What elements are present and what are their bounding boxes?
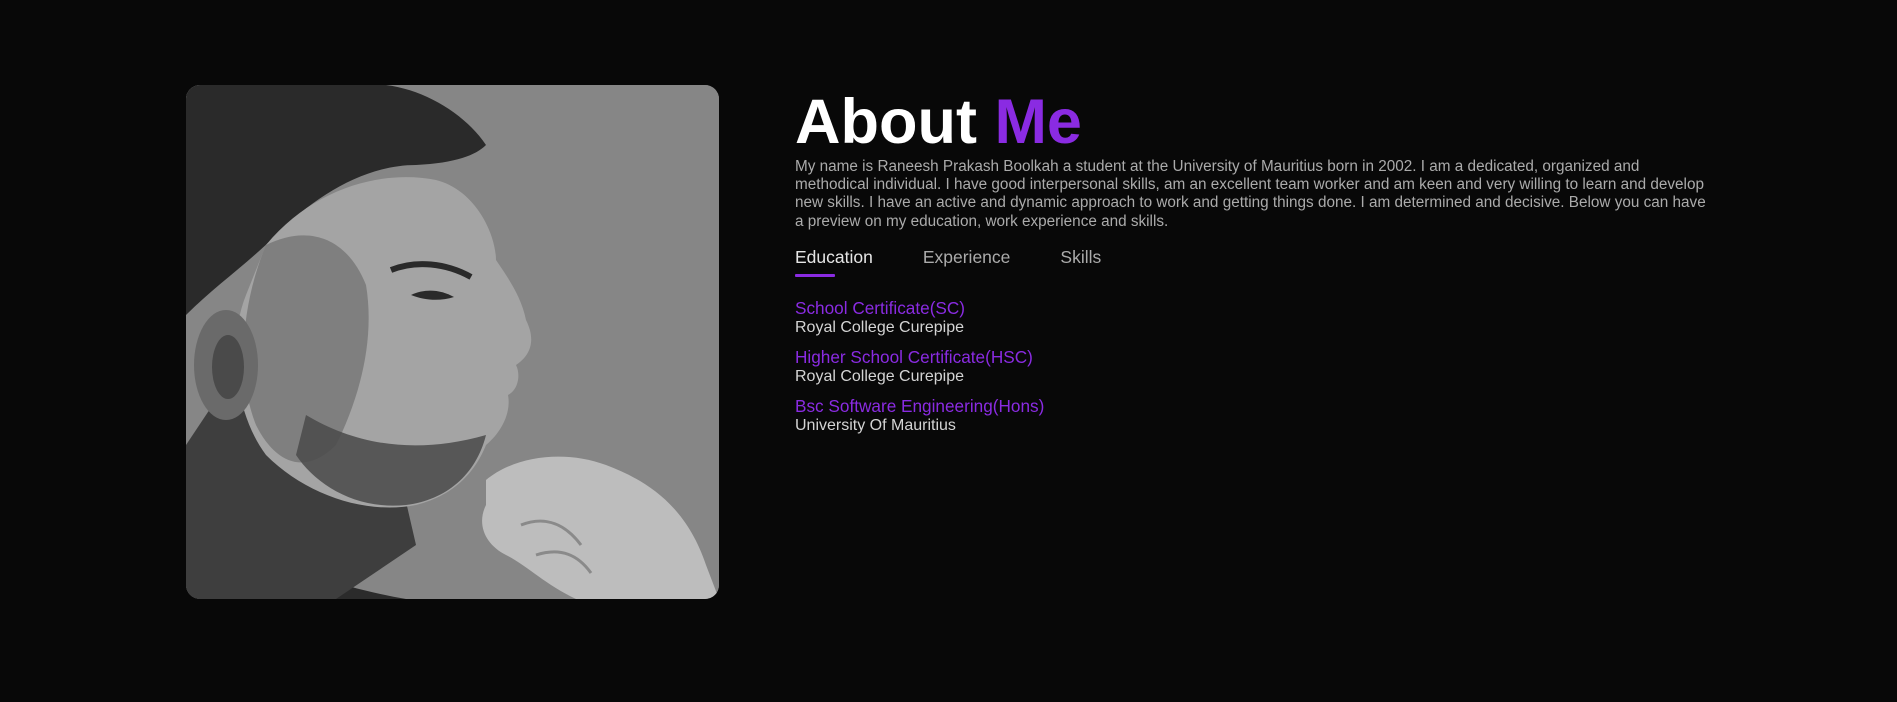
list-item: Bsc Software Engineering(Hons) Universit… — [795, 396, 1715, 435]
education-school: Royal College Curepipe — [795, 367, 964, 385]
education-school: University Of Mauritius — [795, 416, 956, 434]
title-accent: Me — [994, 87, 1082, 157]
tab-experience[interactable]: Experience — [923, 246, 1011, 280]
list-item: School Certificate(SC) Royal College Cur… — [795, 298, 1715, 337]
tab-education[interactable]: Education — [795, 246, 873, 280]
education-title: School Certificate(SC) — [795, 297, 966, 318]
list-item: Higher School Certificate(HSC) Royal Col… — [795, 347, 1715, 386]
about-section: About Me My name is Raneesh Prakash Bool… — [0, 0, 1897, 702]
education-title: Higher School Certificate(HSC) — [795, 346, 1033, 367]
tab-skills[interactable]: Skills — [1060, 246, 1101, 280]
education-school: Royal College Curepipe — [795, 318, 964, 336]
tab-bar: Education Experience Skills — [795, 246, 1715, 280]
about-content: About Me My name is Raneesh Prakash Bool… — [795, 88, 1715, 445]
profile-photo — [186, 85, 719, 599]
page-title: About Me — [795, 88, 1715, 156]
education-title: Bsc Software Engineering(Hons) — [795, 395, 1045, 416]
bio-paragraph: My name is Raneesh Prakash Boolkah a stu… — [795, 158, 1706, 230]
education-list: School Certificate(SC) Royal College Cur… — [795, 298, 1715, 435]
profile-portrait-image — [186, 85, 719, 599]
title-main: About — [795, 87, 977, 157]
